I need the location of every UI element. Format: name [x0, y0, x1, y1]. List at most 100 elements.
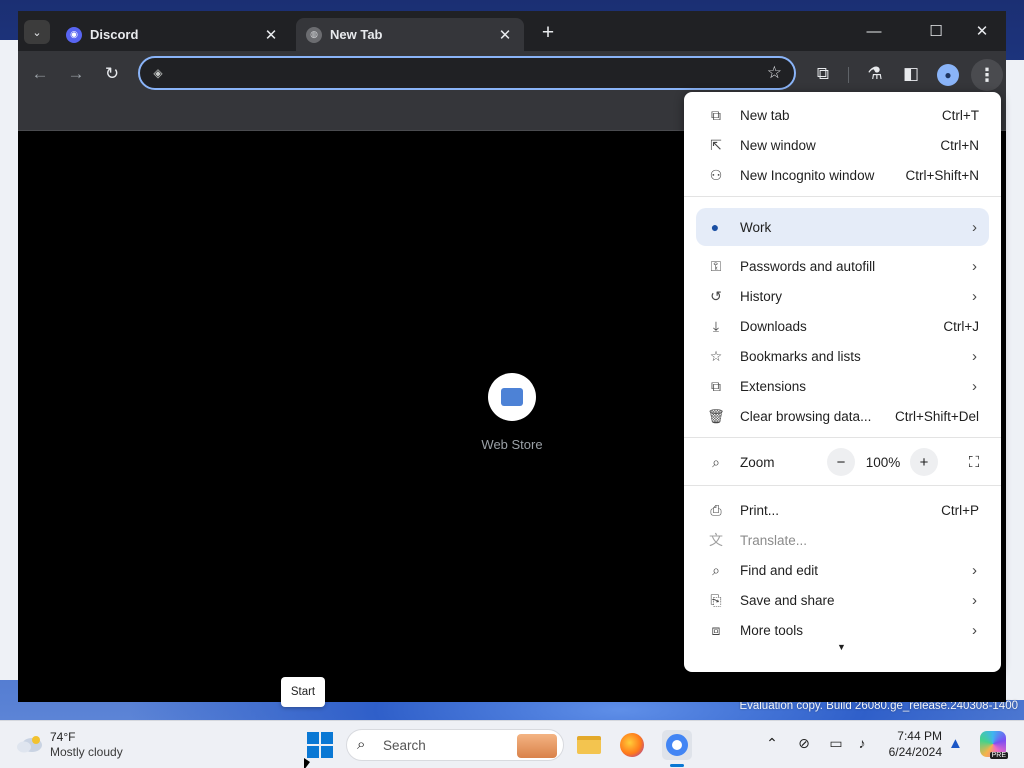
- reload-button[interactable]: ↻: [98, 61, 126, 87]
- copilot-icon[interactable]: PRE: [980, 731, 1008, 759]
- tab-title: Discord: [90, 27, 139, 42]
- download-icon: ⤓: [712, 317, 720, 334]
- side-panel-icon: ◧: [902, 64, 920, 83]
- share-icon: ⎘: [710, 591, 722, 608]
- arrow-right-icon: →: [67, 64, 85, 83]
- history-icon: ↺: [710, 287, 722, 304]
- menu-item-clear-data[interactable]: 🗑 Clear browsing data... Ctrl+Shift+Del: [684, 401, 1001, 431]
- minimize-icon: —: [866, 22, 882, 40]
- side-panel-button[interactable]: ◧: [897, 61, 925, 87]
- discord-icon: ◉: [66, 26, 82, 43]
- chevron-right-icon: ›: [972, 218, 977, 236]
- new-tab-button[interactable]: +: [536, 21, 560, 45]
- key-icon: ⚿: [710, 257, 722, 274]
- tab-strip: ⌄ ◉ Discord ✕ ◍ New Tab ✕ + — ☐ ✕: [18, 11, 1006, 51]
- clock-time: 7:44 PM: [897, 729, 942, 743]
- zoom-level: 100%: [865, 455, 901, 470]
- chrome-menu-button[interactable]: ⋮: [971, 59, 1003, 91]
- minimize-button[interactable]: —: [858, 19, 890, 43]
- clock-date: 6/24/2024: [888, 745, 942, 759]
- zoom-out-button[interactable]: −: [827, 448, 855, 476]
- menu-item-save-share[interactable]: ⎘ Save and share ›: [684, 585, 1001, 615]
- chevron-up-icon: ⌃: [766, 735, 778, 751]
- menu-item-new-window[interactable]: ⇱ New window Ctrl+N: [684, 130, 1001, 160]
- menu-item-extensions[interactable]: ⧉ Extensions ›: [684, 371, 1001, 401]
- chrome-icon: [666, 734, 688, 756]
- new-window-icon: ⇱: [710, 136, 722, 153]
- scroll-down-arrow-icon[interactable]: ▼: [837, 642, 846, 652]
- maximize-button[interactable]: ☐: [920, 19, 952, 43]
- puzzle-icon: ⧉: [711, 377, 721, 394]
- address-bar[interactable]: ◈ ☆: [138, 56, 796, 90]
- menu-item-print[interactable]: ⎙ Print... Ctrl+P: [684, 495, 1001, 525]
- person-icon: ●: [710, 219, 720, 235]
- more-vert-icon: ⋮: [978, 64, 996, 85]
- menu-item-profile-work[interactable]: ● Work ›: [696, 208, 989, 246]
- menu-item-history[interactable]: ↺ History ›: [684, 281, 1001, 311]
- maximize-icon: ☐: [929, 23, 943, 40]
- puzzle-icon: ⧉: [816, 64, 830, 83]
- browser-toolbar: ← → ↻ ◈ ☆ ⧉ ⚗ ◧ ● ⋮: [18, 51, 1006, 97]
- web-store-icon: [488, 373, 536, 421]
- menu-item-more-tools[interactable]: ⧈ More tools ›: [684, 615, 1001, 645]
- menu-item-incognito[interactable]: ⚇ New Incognito window Ctrl+Shift+N: [684, 160, 1001, 190]
- star-icon: ☆: [709, 347, 723, 364]
- search-icon: ⌕: [357, 736, 366, 753]
- shortcut-web-store[interactable]: Web Store: [473, 373, 551, 452]
- find-page-icon: ⌕: [712, 561, 720, 578]
- desktop-right-strip: [1006, 60, 1024, 700]
- new-tab-icon: ⧉: [711, 106, 721, 123]
- forward-button[interactable]: →: [62, 61, 90, 87]
- extensions-button[interactable]: ⧉: [809, 61, 837, 87]
- chevron-right-icon: ›: [972, 621, 977, 639]
- active-app-indicator: [670, 764, 684, 767]
- menu-item-downloads[interactable]: ⤓ Downloads Ctrl+J: [684, 311, 1001, 341]
- chevron-right-icon: ›: [972, 287, 977, 305]
- volume-icon[interactable]: ♪: [852, 735, 872, 751]
- chrome-taskbar-button[interactable]: [662, 730, 692, 760]
- tab-search-button[interactable]: ⌄: [24, 20, 50, 44]
- search-label: Search: [383, 738, 426, 753]
- taskbar-search[interactable]: ⌕ Search: [346, 729, 564, 761]
- tab-title: New Tab: [330, 27, 383, 42]
- system-clock[interactable]: 7:44 PM 6/24/2024: [872, 728, 942, 760]
- shortcut-label: Web Store: [481, 437, 543, 452]
- tab-new-tab[interactable]: ◍ New Tab ✕: [296, 18, 524, 51]
- printer-icon: ⎙: [710, 501, 722, 518]
- arrow-left-icon: ←: [31, 64, 49, 83]
- firefox-button[interactable]: [617, 730, 647, 760]
- address-input[interactable]: [172, 62, 752, 84]
- labs-button[interactable]: ⚗: [861, 61, 889, 87]
- zoom-in-button[interactable]: +: [910, 448, 938, 476]
- menu-item-new-tab[interactable]: ⧉ New tab Ctrl+T: [684, 100, 1001, 130]
- fullscreen-button[interactable]: ⛶: [960, 448, 988, 476]
- menu-item-passwords[interactable]: ⚿ Passwords and autofill ›: [684, 251, 1001, 281]
- tab-discord[interactable]: ◉ Discord ✕: [56, 18, 290, 51]
- bookmark-star-icon[interactable]: ☆: [767, 63, 782, 83]
- menu-separator: [684, 485, 1001, 486]
- firefox-icon: [620, 733, 644, 757]
- chevron-right-icon: ›: [972, 591, 977, 609]
- display-icon[interactable]: ▭: [826, 735, 846, 752]
- menu-item-translate: 文 Translate...: [709, 532, 808, 548]
- copilot-badge: PRE: [989, 752, 1008, 759]
- globe-icon: ◍: [306, 26, 322, 43]
- close-tab-icon[interactable]: ✕: [262, 26, 280, 44]
- fullscreen-icon: ⛶: [968, 453, 980, 471]
- weather-widget[interactable]: 74°F Mostly cloudy: [16, 728, 156, 762]
- menu-item-bookmarks[interactable]: ☆ Bookmarks and lists ›: [684, 341, 1001, 371]
- menu-separator: [684, 196, 1001, 197]
- back-button[interactable]: ←: [26, 61, 54, 87]
- show-hidden-icons-button[interactable]: ⌃: [762, 735, 782, 752]
- start-tooltip: Start: [281, 677, 325, 707]
- menu-item-find-edit[interactable]: ⌕ Find and edit ›: [684, 555, 1001, 585]
- start-button[interactable]: [306, 731, 334, 759]
- network-icon[interactable]: ⊘: [794, 735, 814, 752]
- notification-bell-icon[interactable]: ▲: [948, 735, 963, 752]
- close-window-button[interactable]: ✕: [966, 19, 998, 43]
- weather-temp: 74°F: [50, 730, 76, 744]
- profile-avatar[interactable]: ●: [937, 64, 959, 86]
- close-tab-icon[interactable]: ✕: [496, 26, 514, 44]
- file-explorer-button[interactable]: [574, 730, 604, 760]
- chevron-right-icon: ›: [972, 347, 977, 365]
